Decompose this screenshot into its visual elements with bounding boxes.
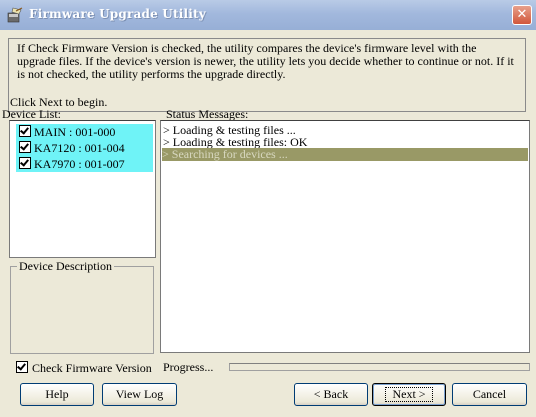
close-icon: ✕ [516, 7, 528, 22]
check-firmware-version-checkbox[interactable]: Check Firmware Version [16, 361, 152, 375]
cancel-button[interactable]: Cancel [452, 383, 527, 406]
device-description-label: Device Description [17, 259, 114, 273]
device-item-ka7120[interactable]: KA7120 : 001-004 [16, 140, 153, 156]
device-item-ka7970[interactable]: KA7970 : 001-007 [16, 156, 153, 172]
device-checkbox-main[interactable] [19, 125, 31, 137]
next-button[interactable]: Next > [372, 383, 446, 406]
status-messages-list[interactable]: > Loading & testing files ... > Loading … [160, 120, 530, 353]
status-message-selected: > Searching for devices ... [162, 148, 528, 161]
instructions-text: If Check Firmware Version is checked, th… [17, 41, 514, 81]
close-button[interactable]: ✕ [512, 5, 532, 25]
title-bar[interactable]: Firmware Upgrade Utility ✕ [0, 0, 536, 30]
device-item-main[interactable]: MAIN : 001-000 [16, 124, 153, 140]
next-button-label: Next > [385, 387, 433, 402]
device-checkbox-ka7970[interactable] [19, 157, 31, 169]
device-label-ka7970: KA7970 : 001-007 [34, 157, 125, 171]
back-button[interactable]: < Back [294, 383, 368, 406]
app-icon [7, 7, 23, 23]
progress-label: Progress... [163, 360, 214, 374]
device-label-main: MAIN : 001-000 [34, 125, 116, 139]
device-checkbox-ka7120[interactable] [19, 141, 31, 153]
checkbox-checked-icon[interactable] [16, 361, 28, 373]
device-description-group: Device Description [10, 260, 154, 354]
firmware-upgrade-window: Firmware Upgrade Utility ✕ If Check Firm… [0, 0, 536, 417]
check-firmware-version-label: Check Firmware Version [32, 361, 152, 375]
view-log-button[interactable]: View Log [102, 383, 177, 406]
device-label-ka7120: KA7120 : 001-004 [34, 141, 125, 155]
help-button[interactable]: Help [20, 383, 94, 406]
window-title: Firmware Upgrade Utility [29, 7, 206, 21]
progress-bar [229, 363, 530, 371]
device-list[interactable]: MAIN : 001-000 KA7120 : 001-004 KA7970 :… [9, 120, 156, 258]
